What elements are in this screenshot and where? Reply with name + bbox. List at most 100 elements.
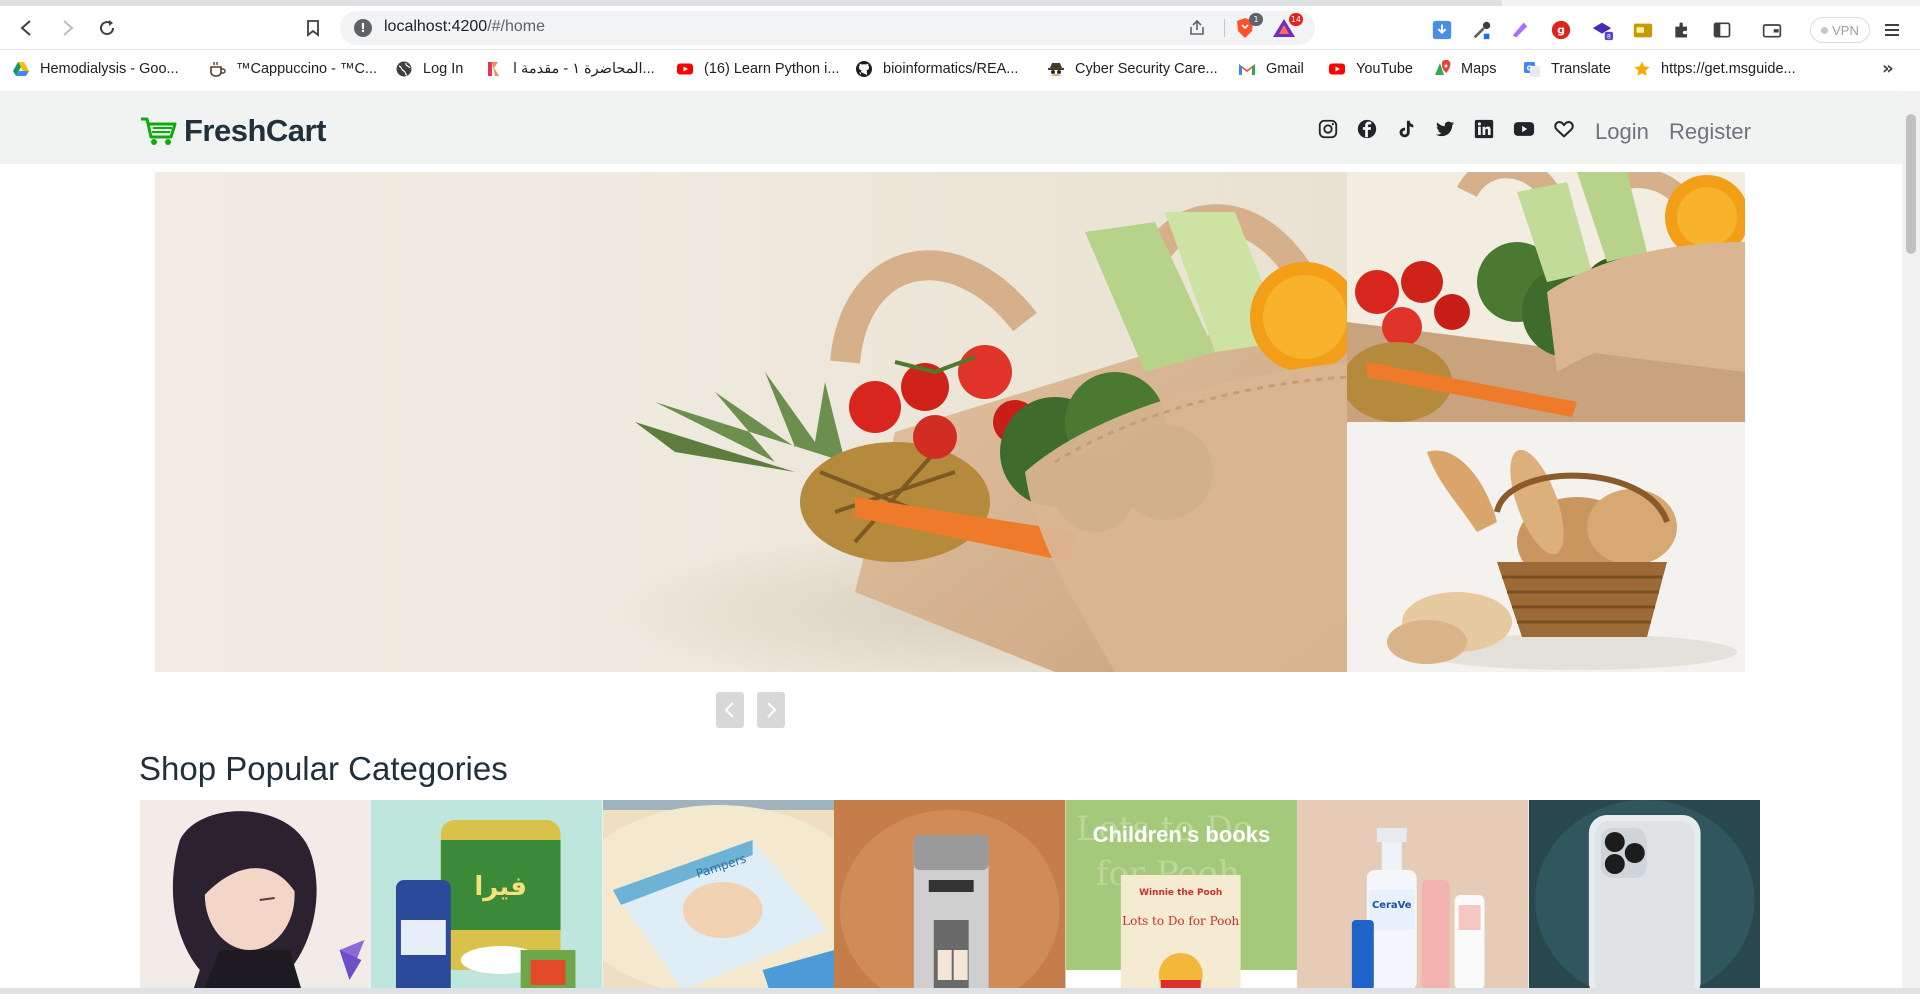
bookmark-label: المحاضرة ١ - مقدمة ا... [513, 61, 655, 77]
github-icon [855, 60, 873, 78]
youtube-icon [1328, 60, 1346, 78]
folder-extension-icon[interactable] [1631, 18, 1655, 42]
wallet-icon[interactable] [1760, 18, 1784, 42]
category-grocery[interactable]: فيرا [371, 800, 603, 988]
pen-extension-icon[interactable] [1508, 18, 1532, 42]
bookmarks-overflow-button[interactable]: » [1882, 58, 1894, 79]
window-bottom-edge [0, 988, 1920, 994]
vpn-button[interactable]: VPN [1810, 17, 1870, 43]
bookmark-item[interactable]: https://get.msguide... [1633, 58, 1796, 80]
heart-icon[interactable] [1553, 118, 1575, 140]
extensions-puzzle-icon[interactable] [1670, 18, 1694, 42]
bookmark-label: Hemodialysis - Goo... [40, 61, 179, 77]
login-link[interactable]: Login [1595, 119, 1649, 145]
rewards-count-badge: 14 [1288, 13, 1303, 26]
extension-badge: 8 [1607, 33, 1611, 41]
google-drive-icon [12, 60, 30, 78]
site-info-icon[interactable]: ! [354, 19, 372, 37]
gmail-icon [1238, 60, 1256, 78]
bookmark-item[interactable]: Hemodialysis - Goo... [12, 58, 179, 80]
bookmark-item[interactable]: (16) Learn Python i... [676, 58, 839, 80]
star-icon [1633, 60, 1651, 78]
site-navbar: FreshCart Login Register [0, 91, 1920, 164]
youtube-icon [676, 60, 694, 78]
bookmark-label: ™Cappuccino - ™C... [236, 61, 378, 77]
url-text[interactable]: localhost:4200/#/home [384, 18, 545, 36]
browser-toolbar: ! localhost:4200/#/home 1 14 g 8 VPN [0, 6, 1920, 50]
product-brand: CeraVe [1372, 900, 1412, 911]
svg-text:فيرا: فيرا [475, 872, 528, 902]
twitter-icon[interactable] [1434, 118, 1456, 140]
vpn-label: VPN [1832, 22, 1859, 38]
spy-icon [1047, 60, 1065, 78]
shield-count-badge: 1 [1249, 13, 1263, 26]
brand-name: FreshCart [184, 113, 326, 148]
maps-icon [1433, 60, 1451, 78]
reload-icon[interactable] [94, 15, 120, 41]
register-link[interactable]: Register [1669, 119, 1751, 145]
bookmark-label: Gmail [1266, 61, 1304, 77]
bookmark-item[interactable]: G Translate [1523, 58, 1611, 80]
category-art[interactable] [140, 800, 372, 988]
share-icon[interactable] [1187, 18, 1207, 38]
bookmark-label: Log In [423, 61, 464, 77]
linkedin-icon[interactable] [1473, 118, 1495, 140]
bookmark-label: bioinformatics/REA... [883, 61, 1019, 77]
category-books[interactable]: Lots to Do for Pooh Winnie the Pooh Lots… [1065, 800, 1298, 988]
grammarly-extension-icon[interactable]: g [1549, 18, 1573, 42]
translate-icon: G [1523, 60, 1541, 78]
eyedropper-extension-icon[interactable] [1470, 18, 1494, 42]
scrollbar-thumb[interactable] [1906, 114, 1916, 254]
download-icon[interactable] [1430, 18, 1454, 42]
bookmark-label: YouTube [1356, 61, 1413, 77]
back-icon[interactable] [14, 15, 40, 41]
bookmark-item[interactable]: المحاضرة ١ - مقدمة ا... [485, 58, 655, 80]
url-path: /#/home [487, 18, 545, 35]
bookmark-item[interactable]: Maps [1433, 58, 1496, 80]
bookmark-item[interactable]: Cyber Security Care... [1047, 58, 1218, 80]
category-mobiles[interactable] [1528, 800, 1760, 988]
bookmark-label: Translate [1551, 61, 1611, 77]
brave-rewards-icon[interactable]: 14 [1271, 13, 1303, 40]
vpn-status-dot [1821, 26, 1829, 34]
brave-shields-icon[interactable]: 1 [1233, 13, 1263, 40]
bookmarks-bar: Hemodialysis - Goo... ™Cappuccino - ™C...… [0, 50, 1920, 88]
page-scrollbar[interactable] [1902, 92, 1920, 992]
main-slider-image [155, 172, 1348, 672]
web-page: FreshCart Login Register Shop Popular Ca… [0, 88, 1920, 988]
bookmark-item[interactable]: ™Cappuccino - ™C... [208, 58, 377, 80]
category-books-label: Children's books [1092, 822, 1271, 847]
brand-logo[interactable]: FreshCart [140, 113, 326, 149]
forward-icon[interactable] [54, 15, 80, 41]
category-baby[interactable]: Pampers [602, 800, 835, 988]
facebook-icon[interactable] [1356, 118, 1378, 140]
bookmark-label: https://get.msguide... [1661, 61, 1796, 77]
bookmark-item[interactable]: Gmail [1238, 58, 1304, 80]
side-banner-vegetables [1347, 172, 1745, 422]
youtube-icon[interactable] [1512, 118, 1536, 140]
hat-extension-icon[interactable]: 8 [1590, 18, 1614, 42]
url-host: localhost:4200 [384, 18, 488, 35]
category-electronics[interactable] [834, 800, 1066, 988]
carousel-prev-button[interactable] [716, 692, 744, 728]
bookmark-icon[interactable] [300, 15, 326, 41]
instagram-icon[interactable] [1317, 118, 1339, 140]
bookmark-item[interactable]: Log In [395, 58, 463, 80]
address-bar[interactable]: ! localhost:4200/#/home 1 14 [340, 11, 1315, 45]
bookmark-item[interactable]: bioinformatics/REA... [855, 58, 1018, 80]
svg-text:g: g [1557, 24, 1565, 37]
carousel-next-button[interactable] [757, 692, 785, 728]
app-icon [485, 60, 503, 78]
coffee-icon [208, 60, 226, 78]
sidebar-icon[interactable] [1710, 18, 1734, 42]
omnibox-divider [1224, 19, 1225, 37]
category-beauty[interactable]: CeraVe [1297, 800, 1529, 988]
bookmark-label: Maps [1461, 61, 1497, 77]
bookmark-label: Cyber Security Care... [1075, 61, 1218, 77]
tiktok-icon[interactable] [1395, 118, 1417, 140]
menu-icon[interactable] [1882, 20, 1902, 40]
globe-icon [395, 60, 413, 78]
bookmark-item[interactable]: YouTube [1328, 58, 1413, 80]
bookmark-label: (16) Learn Python i... [704, 61, 840, 77]
section-title: Shop Popular Categories [139, 750, 508, 787]
